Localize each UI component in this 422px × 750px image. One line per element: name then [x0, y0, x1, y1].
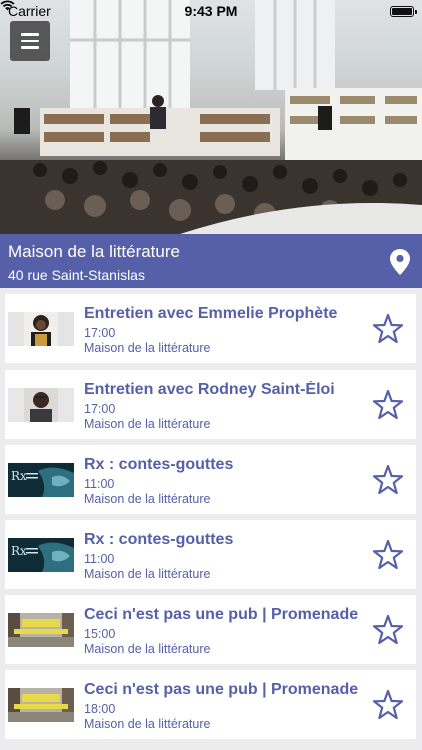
event-time: 17:00	[84, 326, 116, 340]
event-time: 18:00	[84, 702, 116, 716]
wifi-icon	[0, 0, 15, 11]
event-venue: Maison de la littérature	[84, 717, 211, 731]
event-thumbnail: Rx	[8, 463, 74, 497]
event-thumbnail	[8, 613, 74, 647]
hamburger-icon-line	[21, 46, 39, 49]
favorite-star-icon[interactable]	[372, 313, 404, 344]
event-card[interactable]: Rx Rx : contes-gouttes 11:00 Maison de l…	[5, 445, 416, 514]
venue-hero-photo: Carrier 9:43 PM	[0, 0, 422, 234]
event-title: Ceci n'est pas une pub | Promenade	[84, 681, 359, 698]
event-title: Entretien avec Rodney Saint-Éloi	[84, 381, 335, 398]
favorite-star-icon[interactable]	[372, 689, 404, 720]
event-title: Rx : contes-gouttes	[84, 456, 234, 473]
venue-name: Maison de la littérature	[8, 242, 180, 261]
event-time: 15:00	[84, 627, 116, 641]
event-title: Entretien avec Emmelie Prophète	[84, 305, 338, 322]
favorite-star-icon[interactable]	[372, 464, 404, 495]
favorite-star-icon[interactable]	[372, 614, 404, 645]
venue-header: Maison de la littérature 40 rue Saint-St…	[0, 234, 422, 288]
venue-address: 40 rue Saint-Stanislas	[8, 267, 145, 283]
menu-button[interactable]	[10, 21, 50, 61]
battery-icon	[390, 5, 417, 17]
event-venue: Maison de la littérature	[84, 567, 211, 581]
hamburger-icon-line	[21, 39, 39, 43]
event-venue: Maison de la littérature	[84, 492, 211, 506]
event-time: 11:00	[84, 477, 115, 491]
status-time: 9:43 PM	[184, 3, 238, 19]
event-thumbnail	[8, 688, 74, 722]
event-card[interactable]: Rx Rx : contes-gouttes 11:00 Maison de l…	[5, 520, 416, 589]
event-time: 11:00	[84, 552, 115, 566]
event-card[interactable]: Entretien avec Rodney Saint-Éloi 17:00 M…	[5, 370, 416, 439]
event-card[interactable]: Ceci n'est pas une pub | Promenade 15:00…	[5, 595, 416, 664]
event-venue: Maison de la littérature	[84, 341, 211, 355]
event-thumbnail	[8, 312, 74, 346]
event-thumbnail	[8, 388, 74, 422]
status-bar: Carrier 9:43 PM	[0, 0, 422, 22]
event-thumbnail: Rx	[8, 538, 74, 572]
favorite-star-icon[interactable]	[372, 539, 404, 570]
event-title: Ceci n'est pas une pub | Promenade	[84, 606, 359, 623]
hero-photo-illustration	[0, 0, 422, 234]
map-pin-icon[interactable]	[390, 249, 410, 275]
event-time: 17:00	[84, 402, 116, 416]
event-venue: Maison de la littérature	[84, 642, 211, 656]
favorite-star-icon[interactable]	[372, 389, 404, 420]
svg-text:Rx: Rx	[11, 469, 27, 483]
svg-text:Rx: Rx	[11, 544, 27, 558]
hamburger-icon-line	[21, 33, 39, 36]
event-venue: Maison de la littérature	[84, 417, 211, 431]
event-card[interactable]: Entretien avec Emmelie Prophète 17:00 Ma…	[5, 294, 416, 363]
event-title: Rx : contes-gouttes	[84, 531, 234, 548]
event-card[interactable]: Ceci n'est pas une pub | Promenade 18:00…	[5, 670, 416, 739]
